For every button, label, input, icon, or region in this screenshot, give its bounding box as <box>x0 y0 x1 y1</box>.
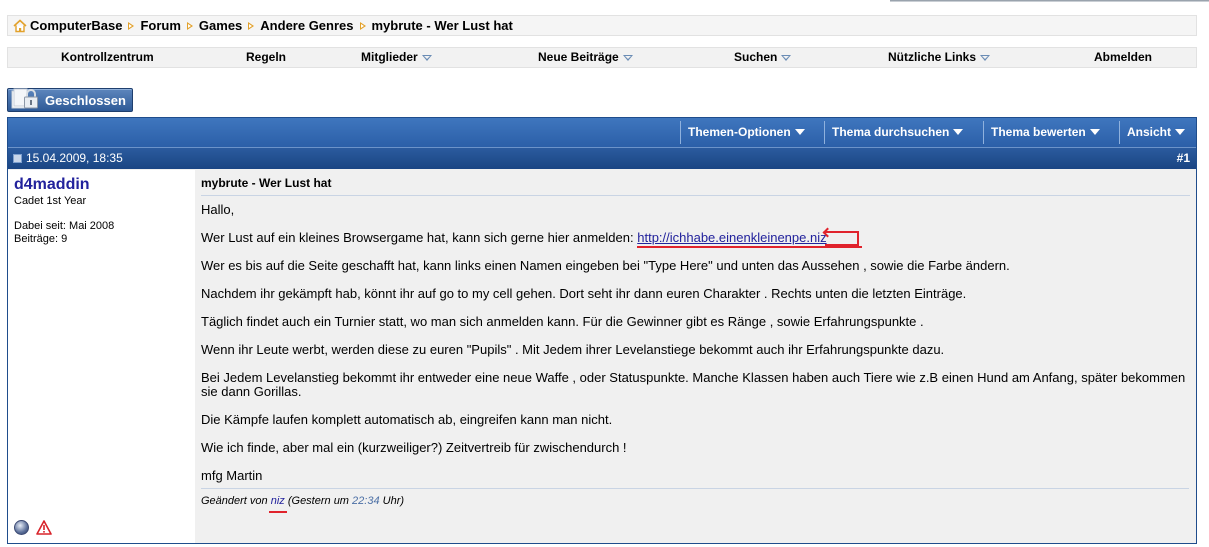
dropdown-arrow-icon <box>953 129 964 135</box>
post-date-text: 15.04.2009, 18:35 <box>26 151 123 165</box>
thread-search-menu[interactable]: Thema durchsuchen <box>824 121 970 144</box>
annotation-underline <box>637 246 863 248</box>
thread-view-menu[interactable]: Ansicht <box>1119 121 1192 144</box>
tool-label: Thema bewerten <box>991 125 1086 139</box>
edit-prefix: Geändert von <box>201 495 268 507</box>
tool-label: Themen-Optionen <box>688 125 791 139</box>
message-paragraph: Die Kämpfe laufen komplett automatisch a… <box>201 412 613 427</box>
breadcrumb: ComputerBase Forum Games Andere Genres m… <box>7 15 1197 36</box>
nav-label: Regeln <box>246 50 287 64</box>
thread-container: Themen-Optionen Thema durchsuchen Thema … <box>7 117 1197 544</box>
dropdown-arrow-icon <box>1089 129 1100 135</box>
post-date: 15.04.2009, 18:35 <box>13 151 123 165</box>
breadcrumb-arrow-icon <box>128 21 135 30</box>
message-paragraph: Bei Jedem Levelanstieg bekommt ihr entwe… <box>201 370 1186 399</box>
username-link[interactable]: d4maddin <box>14 176 189 194</box>
message-link-wrap: http://ichhabe.einenkleinenpe.niz <box>637 227 863 248</box>
nav-label: Kontrollzentrum <box>61 50 154 64</box>
thread-closed-label: Geschlossen <box>45 92 126 108</box>
user-info-panel: d4maddin Cadet 1st Year Dabei seit: Mai … <box>8 170 195 543</box>
nav-kontrollzentrum[interactable]: Kontrollzentrum <box>61 48 154 67</box>
nav-suchen[interactable]: Suchen <box>734 48 792 67</box>
nav-nuetzliche-links[interactable]: Nützliche Links <box>888 48 991 67</box>
user-post-count: Beiträge: 9 <box>14 233 68 245</box>
message-paragraph: Wer es bis auf die Seite geschafft hat, … <box>201 258 1010 273</box>
navbar: Kontrollzentrum Regeln Mitglieder Neue B… <box>7 47 1197 68</box>
tool-label: Ansicht <box>1127 125 1172 139</box>
nav-label: Neue Beiträge <box>538 50 619 64</box>
breadcrumb-current-thread: mybrute - Wer Lust hat <box>371 18 513 33</box>
post-body: d4maddin Cadet 1st Year Dabei seit: Mai … <box>8 170 1196 543</box>
user-joined: Dabei seit: Mai 2008 <box>14 220 115 232</box>
message-paragraph: Nachdem ihr gekämpft hab, könnt ihr auf … <box>201 286 967 301</box>
edit-suffix: Uhr) <box>382 495 405 507</box>
dropdown-arrow-icon <box>980 55 991 61</box>
nav-abmelden[interactable]: Abmelden <box>1094 48 1152 67</box>
nav-mitglieder[interactable]: Mitglieder <box>361 48 432 67</box>
message-paragraph: Wie ich finde, aber mal ein (kurzweilige… <box>201 440 627 455</box>
breadcrumb-item-forum[interactable]: Forum <box>140 18 180 33</box>
post-header: 15.04.2009, 18:35 #1 <box>8 147 1196 169</box>
breadcrumb-item-games[interactable]: Games <box>199 18 242 33</box>
tool-label: Thema durchsuchen <box>832 125 950 139</box>
message-greeting: Hallo, <box>201 202 235 217</box>
breadcrumb-arrow-icon <box>186 21 193 30</box>
nav-neue-beitraege[interactable]: Neue Beiträge <box>538 48 633 67</box>
post-message: Hallo, Wer Lust auf ein kleines Browserg… <box>201 203 1190 483</box>
post-content: mybrute - Wer Lust hat Hallo, Wer Lust a… <box>195 170 1196 543</box>
edit-time: 22:34 <box>352 495 380 507</box>
lock-icon <box>11 88 41 110</box>
dropdown-arrow-icon <box>622 55 633 61</box>
dropdown-arrow-icon <box>781 55 792 61</box>
edit-middle: (Gestern um <box>287 495 349 507</box>
edit-note: Geändert von niz (Gestern um 22:34 Uhr) <box>201 488 1189 507</box>
window-edge <box>890 0 1209 2</box>
message-signoff: mfg Martin <box>201 468 263 483</box>
user-stats: Dabei seit: Mai 2008 Beiträge: 9 <box>14 220 189 246</box>
user-actions <box>14 520 52 535</box>
dropdown-arrow-icon <box>1175 129 1186 135</box>
nav-label: Suchen <box>734 50 778 64</box>
home-icon[interactable] <box>13 18 27 33</box>
nav-label: Mitglieder <box>361 50 418 64</box>
message-intro-paragraph: Wer Lust auf ein kleines Browsergame hat… <box>201 227 1190 248</box>
user-title: Cadet 1st Year <box>14 195 87 207</box>
thread-options-menu[interactable]: Themen-Optionen <box>680 121 812 144</box>
post-icon <box>13 153 22 163</box>
breadcrumb-item-computerbase[interactable]: ComputerBase <box>30 18 122 33</box>
thread-rate-menu[interactable]: Thema bewerten <box>983 121 1107 144</box>
message-link[interactable]: http://ichhabe.einenkleinenpe.niz <box>637 230 826 245</box>
dropdown-arrow-icon <box>794 129 805 135</box>
message-intro-text: Wer Lust auf ein kleines Browsergame hat… <box>201 230 634 245</box>
thread-closed-button[interactable]: Geschlossen <box>7 88 133 112</box>
message-paragraph: Täglich findet auch ein Turnier statt, w… <box>201 314 924 329</box>
breadcrumb-arrow-icon <box>248 21 255 30</box>
thread-tools-bar: Themen-Optionen Thema durchsuchen Thema … <box>8 118 1196 147</box>
message-paragraph: Wenn ihr Leute werbt, werden diese zu eu… <box>201 342 945 357</box>
dropdown-arrow-icon <box>421 55 432 61</box>
breadcrumb-item-andere-genres[interactable]: Andere Genres <box>260 18 353 33</box>
nav-regeln[interactable]: Regeln <box>246 48 286 67</box>
online-status-icon[interactable] <box>14 520 29 535</box>
post-title: mybrute - Wer Lust hat <box>201 176 1190 196</box>
report-icon[interactable] <box>36 520 52 535</box>
nav-label: Nützliche Links <box>888 50 977 64</box>
post-number-link[interactable]: #1 <box>1177 151 1190 165</box>
breadcrumb-arrow-icon <box>359 21 366 30</box>
nav-label: Abmelden <box>1094 50 1153 64</box>
editor-link[interactable]: niz <box>271 495 285 507</box>
